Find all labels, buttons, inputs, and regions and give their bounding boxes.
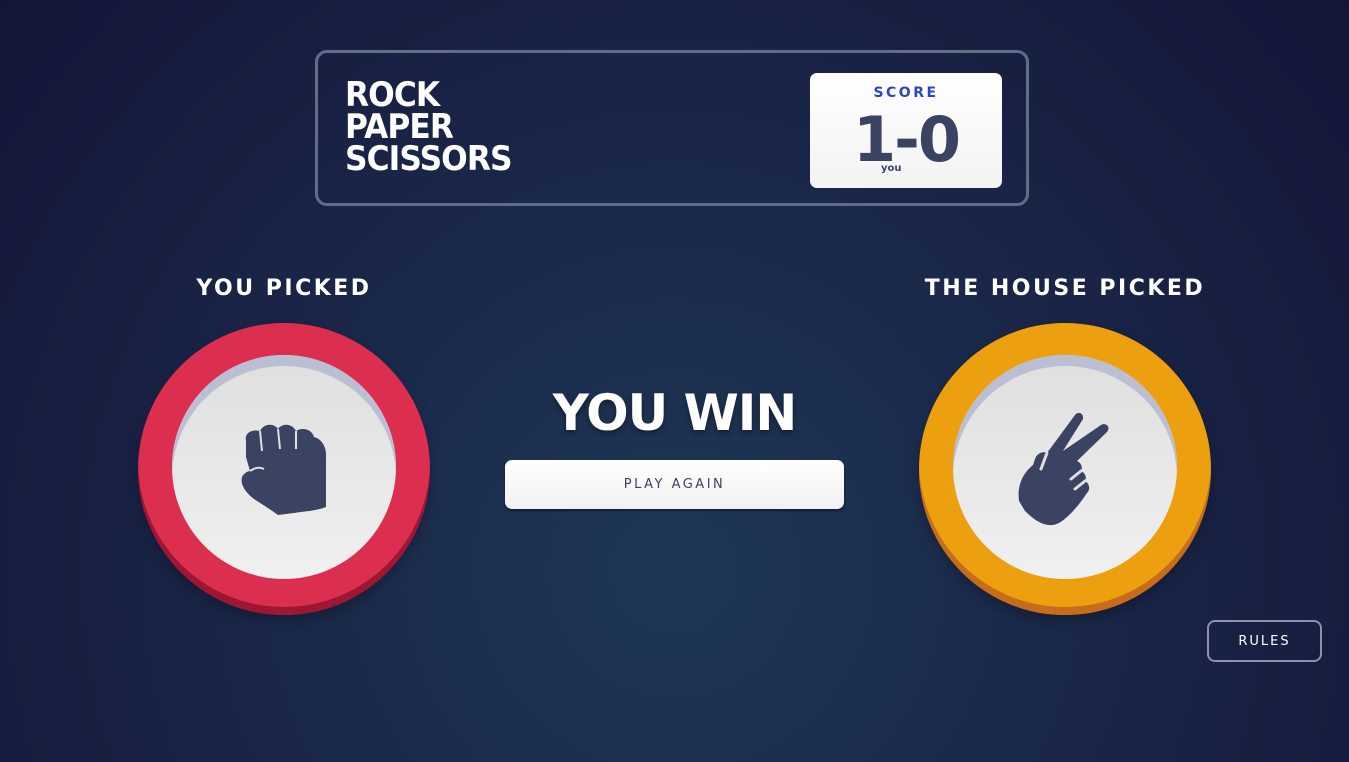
play-again-button[interactable]: PLAY AGAIN (505, 460, 844, 509)
player-rock-token (138, 323, 430, 615)
score-label: SCORE (873, 85, 939, 101)
game-title: ROCK PAPER SCISSORS (345, 78, 513, 179)
game-header: ROCK PAPER SCISSORS SCORE 1-0 you (315, 50, 1029, 206)
rock-fist-icon (241, 424, 326, 515)
scissors-hand-icon (1018, 412, 1109, 526)
title-line-scissors: SCISSORS (345, 139, 513, 179)
score-sub-label: you (881, 163, 902, 174)
house-scissors-token (919, 323, 1211, 615)
house-pick-label: THE HOUSE PICKED (924, 276, 1206, 301)
player-token-face (172, 355, 396, 579)
rules-button[interactable]: RULES (1207, 620, 1322, 662)
result-text: YOU WIN (552, 384, 798, 442)
score-value: 1-0 (852, 103, 961, 176)
house-token-face (953, 355, 1177, 579)
score-box: SCORE 1-0 you (810, 73, 1002, 188)
player-pick-label: YOU PICKED (196, 276, 372, 301)
